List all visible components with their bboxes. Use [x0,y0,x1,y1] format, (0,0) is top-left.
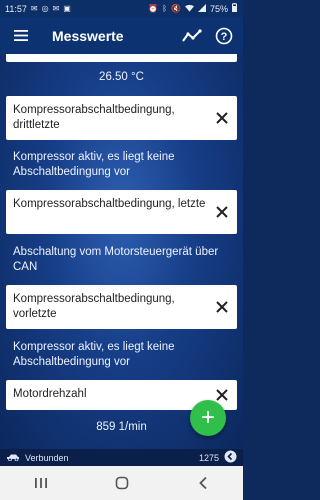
svg-text:?: ? [221,31,228,43]
mail-icon: ✉ [30,3,38,13]
list-item-label-card[interactable]: Kompressorabschaltbedingung, drittletzte [6,96,237,140]
recent-apps-icon[interactable] [26,472,56,494]
add-button[interactable]: + [190,400,226,436]
list-item-label-card[interactable]: Kompressorabschaltbedingung, vorletzte [6,285,237,329]
status-bar: 11:57 ✉ ◎ ✉ ▣ ⏰ ᛒ 🔇 75% [0,0,243,17]
list-item-label: Kompressorabschaltbedingung, letzte [13,198,206,210]
connection-bar: Verbunden 1275 [0,449,243,466]
status-time: 11:57 [5,3,27,14]
car-icon [6,453,20,463]
line-chart-icon[interactable] [181,25,203,47]
list-item-label: Kompressorabschaltbedingung, vorletzte [13,293,175,320]
battery-percent: 75% [209,3,228,14]
alarm-icon: ⏰ [148,3,159,13]
list-item-card-partial[interactable] [6,54,237,62]
battery-icon [232,3,237,14]
whatsapp-icon: ◎ [41,3,49,13]
list-item-label-card[interactable]: Kompressorabschaltbedingung, letzte [6,190,237,234]
bluetooth-icon: ᛒ [162,3,168,13]
system-nav-bar [0,466,243,500]
wifi-icon [184,4,194,14]
close-icon[interactable] [215,111,229,125]
connection-status: Verbunden [25,452,69,463]
add-icon: + [200,404,215,431]
help-icon[interactable]: ? [213,25,235,47]
app-bar: Messwerte ? [0,17,243,54]
list-item-value: Abschaltung vom Motorsteuergerät über CA… [13,246,219,273]
page-title: Messwerte [52,27,124,44]
list-item-value: 26.50 °C [99,71,144,83]
email-icon: ✉ [52,3,60,13]
signal-icon [197,3,206,14]
mute-icon: 🔇 [171,3,181,13]
list-item-label: Motordrehzahl [13,388,87,400]
close-icon[interactable] [215,388,229,402]
measurement-list[interactable]: 26.50 °C Kompressorabschaltbedingung, dr… [0,54,243,449]
close-icon[interactable] [215,300,229,314]
back-circle-icon[interactable] [224,450,237,465]
list-item-value: Kompressor aktiv, es liegt keine Abschal… [13,151,175,178]
back-icon[interactable] [188,472,218,494]
home-icon[interactable] [107,472,137,494]
image-icon: ▣ [63,3,71,13]
data-count: 1275 [198,452,219,463]
list-item-label: Kompressorabschaltbedingung, drittletzte [13,104,175,131]
hamburger-menu-icon[interactable] [10,25,32,47]
list-item-value: Kompressor aktiv, es liegt keine Abschal… [13,341,175,368]
close-icon[interactable] [215,205,229,219]
